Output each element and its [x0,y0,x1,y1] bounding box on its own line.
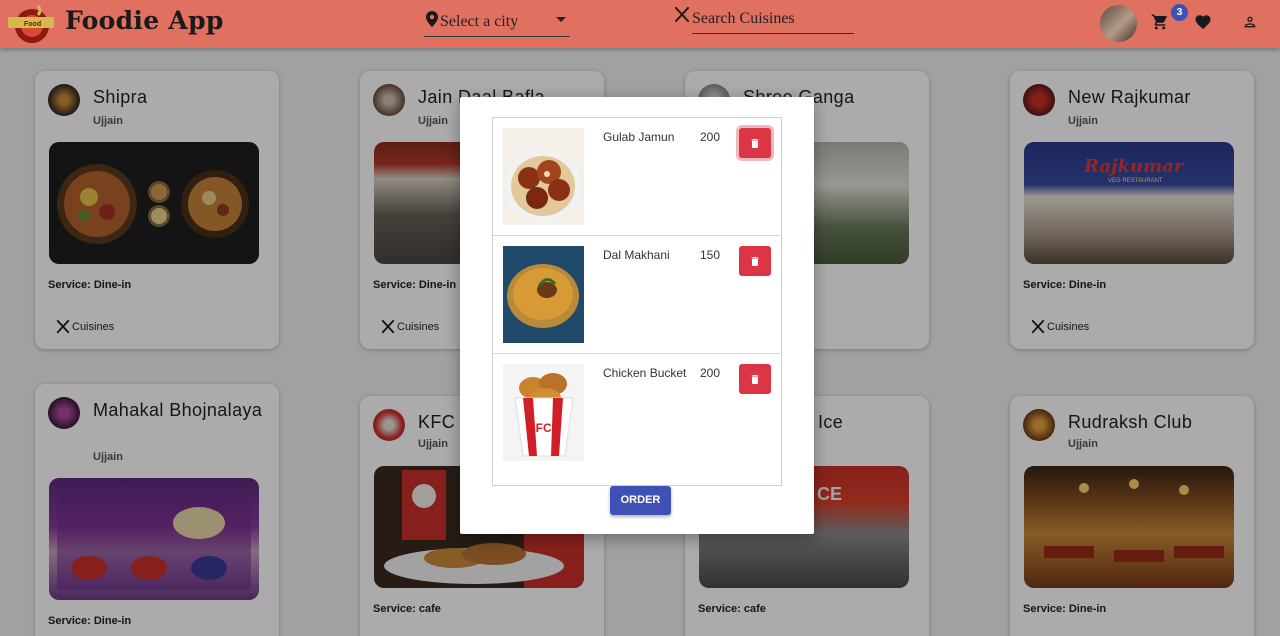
app-header: Food Foodie App Select a city Search Cui… [0,0,1280,48]
delete-item-button[interactable] [739,246,771,276]
person-icon[interactable] [1242,14,1258,30]
trash-icon [751,374,759,384]
cuisine-search: Search Cuisines [674,6,854,35]
cart-item-name: Dal Makhani [603,248,670,262]
trash-icon [751,256,759,266]
cart-item-name: Chicken Bucket [603,366,687,380]
city-select[interactable]: Select a city [424,8,570,37]
cart-item: Dal Makhani 150 [493,236,781,354]
cart-icon[interactable] [1151,13,1169,31]
search-input[interactable]: Search Cuisines [692,6,854,34]
cart-item-image [503,246,584,343]
chevron-down-icon [556,17,566,22]
logo-text: Food [24,21,41,28]
cart-item-price: 150 [700,248,721,262]
city-select-value: Select a city [440,13,519,30]
fork-knife-icon [675,7,689,22]
app-logo[interactable]: Food [8,4,56,44]
cart-item-image: KFC [503,364,584,461]
location-pin-icon [426,11,438,27]
delete-item-button[interactable] [739,128,771,158]
user-avatar[interactable] [1100,5,1137,42]
heart-icon[interactable] [1194,13,1212,31]
cart-item-price: 200 [700,130,721,144]
cart-item: KFC Chicken Bucket 200 [493,354,781,472]
svg-text:KFC: KFC [527,421,552,435]
trash-icon [751,138,759,148]
cart-count-badge: 3 [1171,4,1188,21]
delete-item-button[interactable] [739,364,771,394]
cart-modal: Gulab Jamun 200 Dal Makhani 150 KFC Chic… [460,97,814,534]
order-button[interactable]: ORDER [610,486,671,515]
app-title[interactable]: Foodie App [65,6,224,35]
cart-item-list[interactable]: Gulab Jamun 200 Dal Makhani 150 KFC Chic… [492,117,782,486]
cart-item-image [503,128,584,225]
search-placeholder: Search Cuisines [692,10,795,27]
cart-item: Gulab Jamun 200 [493,118,781,236]
cart-item-price: 200 [700,366,721,380]
cart-item-name: Gulab Jamun [603,130,675,144]
